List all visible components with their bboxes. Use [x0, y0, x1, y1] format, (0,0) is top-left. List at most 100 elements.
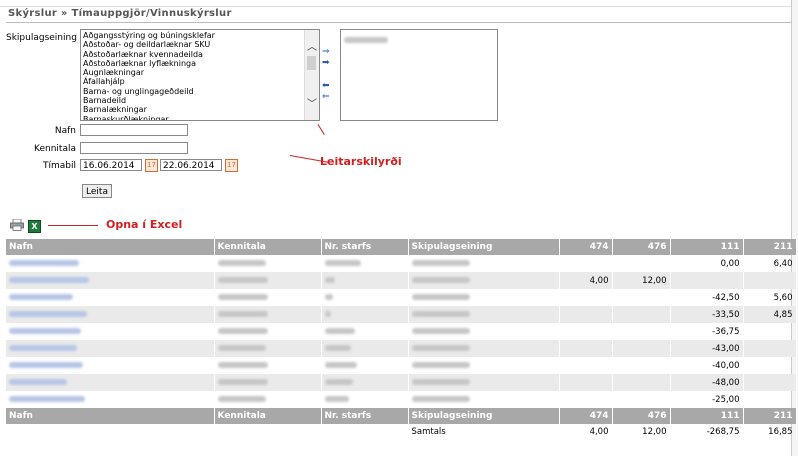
cell-474	[559, 323, 613, 340]
footer-col-474: 474	[559, 408, 613, 424]
unit-list-item[interactable]: Aðgangsstýring og búningsklefar	[81, 31, 319, 40]
date-from-input[interactable]: 16.06.2014	[80, 159, 142, 171]
cell-111: -42,50	[670, 289, 744, 306]
cell-474	[559, 357, 613, 374]
name-link-redacted[interactable]	[9, 345, 77, 351]
cell-476	[612, 357, 671, 374]
unit-available-list[interactable]: Aðgangsstýring og búningsklefar Aðstoðar-…	[80, 29, 320, 121]
unit-list-item[interactable]: Aðstoðar- og deildarlæknar SKU	[81, 40, 319, 49]
nafn-input[interactable]	[80, 124, 188, 136]
name-link-redacted[interactable]	[9, 362, 83, 368]
nr-starfs-redacted	[324, 328, 355, 334]
cell-474: 4,00	[559, 272, 613, 289]
unit-list-item[interactable]: Aðstoðarlæknar kvennadeilda	[81, 50, 319, 59]
breadcrumb: Skýrslur » Tímauppgjör/Vinnuskýrslur	[8, 8, 232, 19]
kennitala-redacted	[217, 294, 268, 300]
totals-label: Samtals	[408, 424, 560, 440]
kennitala-redacted	[217, 345, 266, 351]
unit-list-item[interactable]: Barna- og unglingageðdeild	[81, 87, 319, 96]
table-row[interactable]: -43,00	[6, 340, 797, 357]
nr-starfs-redacted	[324, 311, 331, 317]
kennitala-input[interactable]	[80, 142, 188, 154]
annotation-open-excel: Opna í Excel	[106, 218, 183, 231]
results-table: Nafn Kennitala Nr. starfs Skipulagseinin…	[6, 239, 797, 440]
table-row[interactable]: 0,00 6,40	[6, 255, 797, 272]
calendar-to-icon[interactable]: 17	[225, 159, 238, 172]
col-474[interactable]: 474	[559, 239, 613, 255]
chevron-down-icon[interactable]: ﹀	[305, 95, 319, 110]
unit-list-item[interactable]: Barnalækningar	[81, 105, 319, 114]
scroll-thumb[interactable]	[307, 56, 316, 70]
unit-selected-list[interactable]	[340, 29, 498, 121]
table-row[interactable]: -42,50 5,60	[6, 289, 797, 306]
table-row[interactable]: -33,50 4,85	[6, 306, 797, 323]
remove-all-arrow-icon[interactable]: ⇐	[322, 93, 336, 102]
footer-col-nafn: Nafn	[6, 408, 215, 424]
name-link-redacted[interactable]	[9, 379, 67, 385]
total-211: 16,85	[743, 424, 797, 440]
table-row[interactable]: 4,00 12,00	[6, 272, 797, 289]
col-kennitala[interactable]: Kennitala	[214, 239, 322, 255]
add-selected-arrow-icon[interactable]: ➡	[322, 59, 336, 68]
cell-476	[612, 306, 671, 323]
name-link-redacted[interactable]	[9, 277, 89, 283]
selected-unit-redacted[interactable]	[344, 36, 388, 43]
col-nafn[interactable]: Nafn	[6, 239, 215, 255]
name-link-redacted[interactable]	[9, 260, 79, 266]
col-111[interactable]: 111	[670, 239, 744, 255]
cell-474	[559, 306, 613, 323]
search-button[interactable]: Leita	[82, 184, 112, 198]
cell-474	[559, 340, 613, 357]
remove-selected-arrow-icon[interactable]: ⬅	[322, 82, 336, 91]
nr-starfs-redacted	[324, 362, 357, 368]
col-nr-starfs[interactable]: Nr. starfs	[321, 239, 409, 255]
cell-211: 6,40	[743, 255, 797, 272]
unit-redacted	[411, 379, 470, 385]
cell-211: 4,85	[743, 306, 797, 323]
footer-col-kennitala: Kennitala	[214, 408, 322, 424]
table-row[interactable]: -36,75	[6, 323, 797, 340]
name-link-redacted[interactable]	[9, 328, 81, 334]
kennitala-redacted	[217, 277, 268, 283]
nr-starfs-redacted	[324, 260, 361, 266]
col-skipulagseining[interactable]: Skipulagseining	[408, 239, 560, 255]
table-footer-header-row: Nafn Kennitala Nr. starfs Skipulagseinin…	[6, 408, 797, 424]
annotation-search-criteria: Leitarskilyrði	[320, 155, 402, 168]
excel-icon[interactable]: X	[28, 220, 41, 233]
unit-list-scrollbar[interactable]: ︿ ﹀	[304, 30, 319, 120]
kennitala-redacted	[217, 396, 266, 402]
cell-211	[743, 357, 797, 374]
unit-list-item[interactable]: Aðstoðarlæknar lyflækninga	[81, 59, 319, 68]
unit-list-item[interactable]: Barnadeild	[81, 96, 319, 105]
col-476[interactable]: 476	[612, 239, 671, 255]
print-icon[interactable]	[10, 219, 24, 231]
annotation-arrow-excel	[48, 225, 98, 226]
nr-starfs-redacted	[324, 396, 349, 402]
header-divider	[6, 22, 796, 23]
kennitala-redacted	[217, 260, 266, 266]
unit-list-item[interactable]: Áfallahjálp	[81, 77, 319, 86]
unit-list-item[interactable]: Barnaskurðlækningar	[81, 115, 319, 120]
name-link-redacted[interactable]	[9, 396, 85, 402]
cell-211	[743, 272, 797, 289]
col-211[interactable]: 211	[743, 239, 797, 255]
chevron-up-icon[interactable]: ︿	[305, 38, 319, 53]
table-row[interactable]: -25,00	[6, 391, 797, 408]
calendar-from-icon[interactable]: 17	[145, 159, 158, 172]
table-header-row: Nafn Kennitala Nr. starfs Skipulagseinin…	[6, 239, 797, 255]
date-to-input[interactable]: 22.06.2014	[160, 159, 222, 171]
footer-col-111: 111	[670, 408, 744, 424]
add-all-arrow-icon[interactable]: ⇒	[322, 48, 336, 57]
cell-111: -40,00	[670, 357, 744, 374]
cell-211	[743, 323, 797, 340]
table-row[interactable]: -40,00	[6, 357, 797, 374]
table-row[interactable]: -48,00	[6, 374, 797, 391]
name-link-redacted[interactable]	[9, 294, 73, 300]
kennitala-redacted	[217, 379, 268, 385]
unit-redacted	[411, 311, 470, 317]
name-link-redacted[interactable]	[9, 311, 87, 317]
cell-111: 0,00	[670, 255, 744, 272]
footer-col-skipulagseining: Skipulagseining	[408, 408, 560, 424]
cell-211	[743, 340, 797, 357]
annotation-arrow-search	[317, 124, 325, 135]
